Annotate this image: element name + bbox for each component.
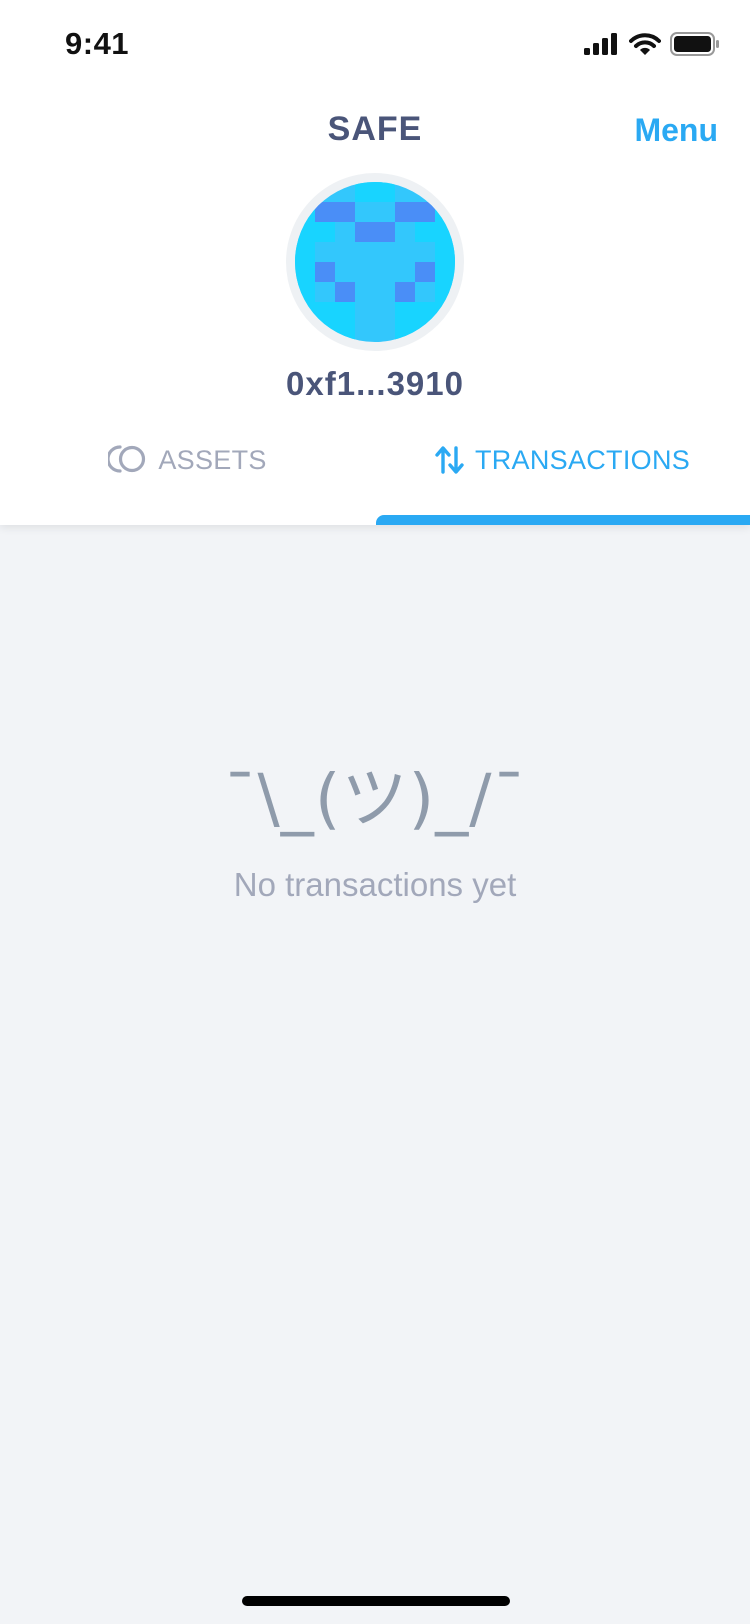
- tab-assets[interactable]: ASSETS: [0, 440, 375, 525]
- avatar: [286, 173, 464, 351]
- empty-state-message: No transactions yet: [233, 866, 517, 903]
- tab-assets-label: ASSETS: [158, 445, 267, 475]
- transfer-arrows-icon: [435, 446, 464, 474]
- shrug-emoticon: ¯\_(ツ)_/¯: [223, 760, 527, 837]
- battery-icon: [670, 32, 719, 56]
- safe-address: 0xf1...3910: [286, 365, 464, 402]
- tab-transactions[interactable]: TRANSACTIONS: [375, 440, 750, 525]
- safe-identicon: [295, 182, 455, 342]
- wifi-icon: [629, 32, 661, 55]
- coins-icon: [108, 445, 146, 473]
- active-tab-indicator: [376, 515, 750, 525]
- home-indicator[interactable]: [242, 1596, 510, 1606]
- signal-icon: [584, 33, 617, 55]
- header-panel: 9:41 SAFE Menu 0xf1...3910 ASSETS TRANSA…: [0, 0, 750, 525]
- menu-button[interactable]: Menu: [634, 112, 718, 149]
- tab-transactions-label: TRANSACTIONS: [474, 445, 691, 475]
- status-icons: [584, 32, 720, 56]
- status-time: 9:41: [65, 26, 130, 61]
